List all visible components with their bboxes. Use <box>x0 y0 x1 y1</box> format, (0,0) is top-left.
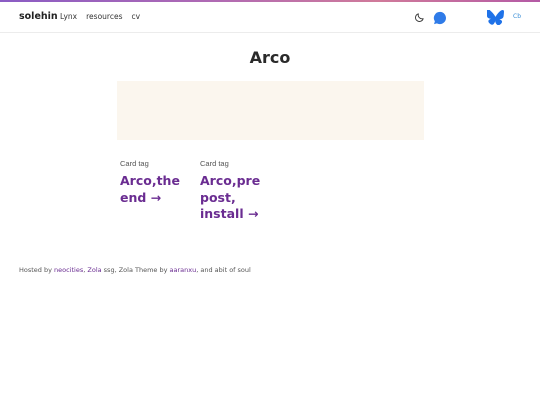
card-title-line: Arco,the <box>120 173 180 188</box>
nav-link-resources[interactable]: resources <box>86 12 122 21</box>
language-link[interactable]: Cb <box>513 13 521 20</box>
footer-text: , and abit of soul <box>196 266 251 274</box>
nav-link-cv[interactable]: cv <box>131 12 140 21</box>
site-header: solehin Lynx resources cv Cb <box>0 2 540 33</box>
card-title-line: end → <box>120 189 162 205</box>
footer-host-link[interactable]: neocities <box>54 266 83 274</box>
footer-author-link[interactable]: aaranxu <box>170 266 197 274</box>
card-title-line: Arco,pre <box>200 173 261 188</box>
card-title-link[interactable]: Arco,the end → <box>120 173 180 206</box>
footer-text: Hosted by <box>19 266 55 274</box>
card-tag: Card tag <box>120 159 149 168</box>
butterfly-icon[interactable] <box>487 10 504 25</box>
footer-ssg-link[interactable]: Zola <box>87 266 101 274</box>
card-tag: Card tag <box>200 159 229 168</box>
card-title-line: install → <box>200 206 259 221</box>
card-title-link[interactable]: Arco,pre post, install → <box>200 173 260 223</box>
nav-link-lynx[interactable]: Lynx <box>60 12 77 21</box>
chat-bubble-icon[interactable] <box>433 11 447 25</box>
card-title-line: post, <box>200 189 236 205</box>
site-brand[interactable]: solehin <box>19 11 58 22</box>
post-card: Card tag Arco,pre post, install → <box>200 159 260 223</box>
main-nav: Lynx resources cv <box>60 12 140 21</box>
site-footer: Hosted by neocities, Zola ssg, Zola Them… <box>19 266 251 274</box>
moon-icon[interactable] <box>414 12 425 23</box>
page-title: Arco <box>249 48 291 67</box>
footer-text: ssg, Zola Theme by <box>101 266 170 274</box>
hero-banner <box>117 81 424 140</box>
post-card: Card tag Arco,the end → <box>120 159 180 206</box>
